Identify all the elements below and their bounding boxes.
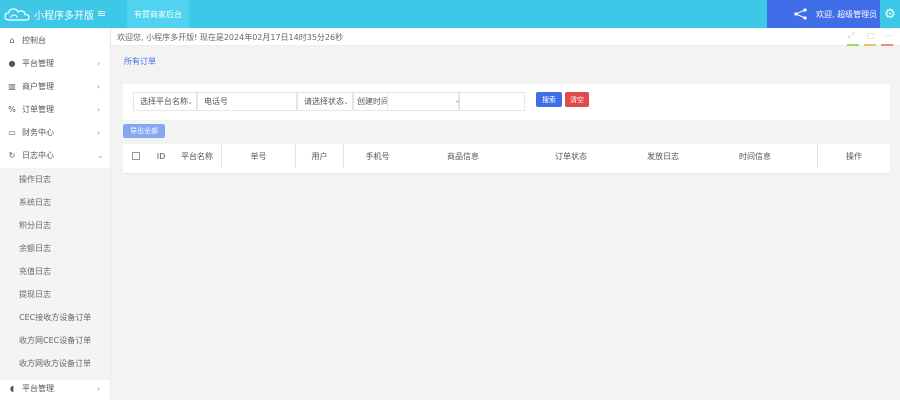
start-date-input[interactable]: - <box>387 92 459 111</box>
refresh-icon: ↻ <box>8 150 16 160</box>
sidebar-item-label: 控制台 <box>22 35 46 45</box>
chevron-right-icon: › <box>97 383 101 393</box>
minimize-icon[interactable]: — <box>885 31 893 40</box>
hamburger-icon: ≡ <box>97 7 107 20</box>
submenu-item[interactable]: 余额日志 <box>19 237 51 260</box>
submenu-item[interactable]: 收方网收方设备订单 <box>19 352 91 375</box>
sidebar-item-platform-2[interactable]: ◖ 平台管理 › <box>0 376 110 400</box>
chevron-down-icon: ⌄ <box>343 97 349 106</box>
sidebar-item-dashboard[interactable]: ⌂ 控制台 <box>0 28 110 52</box>
submenu-item[interactable]: 提现日志 <box>19 283 51 306</box>
home-icon: ⌂ <box>9 35 15 45</box>
sidebar-item-logs[interactable]: ↻ 日志中心 ⌄ <box>0 143 110 167</box>
share-icon <box>794 8 807 20</box>
logs-submenu: 操作日志 系统日志 积分日志 余额日志 充值日志 提现日志 CEC接收方设备订单… <box>0 168 110 380</box>
header-tab-label: 有赞商家后台 <box>134 9 182 19</box>
search-button-label: 搜索 <box>542 95 556 104</box>
sidebar-item-finance[interactable]: ▭ 财务中心 › <box>0 120 110 144</box>
logo[interactable]: 小程序多开版 <box>4 5 94 23</box>
main-content: 所有订单 选择平台名称 ⌄ 电话号 请选择状态 ⌄ 创建时间 - 搜索 清空 导… <box>111 46 900 400</box>
user-greeting: 欢迎, 超级管理员 <box>816 9 878 19</box>
submenu-item[interactable]: 系统日志 <box>19 191 51 214</box>
chevron-down-icon: ⌄ <box>187 97 193 106</box>
column-header-user[interactable]: 用户 <box>295 144 343 168</box>
sidebar-item-platform[interactable]: ● 平台管理 › <box>0 51 110 75</box>
sidebar-item-merchant[interactable]: ▥ 商户管理 › <box>0 74 110 98</box>
submenu-item[interactable]: 操作日志 <box>19 168 51 191</box>
monitor-icon: ▭ <box>8 127 16 137</box>
gear-icon: ⚙ <box>884 6 896 22</box>
chevron-right-icon: › <box>97 81 101 91</box>
sidebar-item-label: 日志中心 <box>22 150 54 160</box>
phone-input[interactable]: 电话号 <box>197 92 297 111</box>
platform-select-value: 选择平台名称 <box>140 97 188 106</box>
sidebar-item-label: 平台管理 <box>22 58 54 68</box>
menu-toggle-button[interactable]: ≡ <box>97 7 106 21</box>
user-icon: ● <box>8 58 16 68</box>
export-button-label: 导出全部 <box>130 127 158 135</box>
bank-icon: ▥ <box>8 81 16 91</box>
column-header-time[interactable]: 时间信息 <box>711 144 799 168</box>
top-header: 小程序多开版 ≡ 有赞商家后台 欢迎, 超级管理员 ⚙ <box>0 0 900 28</box>
chevron-down-icon: ⌄ <box>97 150 104 160</box>
orders-table: ID 平台名称 单号 用户 手机号 商品信息 订单状态 发放日志 时间信息 操作 <box>123 144 890 174</box>
column-header-platform[interactable]: 平台名称 <box>175 144 219 168</box>
user-menu[interactable]: 欢迎, 超级管理员 <box>767 0 880 28</box>
date-label: 创建时间 <box>353 92 389 111</box>
clear-button-label: 清空 <box>570 95 584 104</box>
submenu-item[interactable]: 收方网CEC设备订单 <box>19 329 91 352</box>
submenu-item[interactable]: 充值日志 <box>19 260 51 283</box>
search-button[interactable]: 搜索 <box>536 92 562 107</box>
sidebar-item-label: 订单管理 <box>22 104 54 114</box>
column-header-id[interactable]: ID <box>151 144 171 168</box>
percent-icon: % <box>8 104 16 114</box>
sidebar-item-orders[interactable]: % 订单管理 › <box>0 97 110 121</box>
chevron-right-icon: › <box>97 58 101 68</box>
column-header-issue-log[interactable]: 发放日志 <box>623 144 703 168</box>
chevron-right-icon: › <box>97 104 101 114</box>
platform-select[interactable]: 选择平台名称 ⌄ <box>133 92 197 111</box>
column-header-status[interactable]: 订单状态 <box>521 144 621 168</box>
settings-button[interactable]: ⚙ <box>880 0 900 28</box>
fullscreen-icon[interactable]: ⤢ <box>848 31 854 41</box>
restore-icon[interactable]: ▢ <box>867 31 875 40</box>
column-header-goods[interactable]: 商品信息 <box>413 144 513 168</box>
status-select[interactable]: 请选择状态 ⌄ <box>297 92 353 111</box>
logo-text: 小程序多开版 <box>34 10 94 22</box>
sidebar-item-label: 平台管理 <box>22 383 54 393</box>
welcome-text: 欢迎您, 小程序多开版! 现在是2024年02月17日14时35分26秒 <box>117 33 344 42</box>
cloud-logo-icon <box>4 8 30 21</box>
submenu-item[interactable]: CEC接收方设备订单 <box>19 306 91 329</box>
export-all-button[interactable]: 导出全部 <box>123 124 165 138</box>
column-header-phone[interactable]: 手机号 <box>343 144 411 168</box>
phone-input-value: 电话号 <box>204 97 228 106</box>
filter-panel: 选择平台名称 ⌄ 电话号 请选择状态 ⌄ 创建时间 - 搜索 清空 <box>123 84 890 120</box>
sidebar-item-label: 商户管理 <box>22 81 54 91</box>
clear-button[interactable]: 清空 <box>565 92 589 107</box>
sidebar-item-label: 财务中心 <box>22 127 54 137</box>
header-tab[interactable]: 有赞商家后台 <box>127 0 189 28</box>
sidebar: ⌂ 控制台 ● 平台管理 › ▥ 商户管理 › % 订单管理 › ▭ 财务中心 … <box>0 28 111 400</box>
chevron-right-icon: › <box>97 127 101 137</box>
column-header-actions[interactable]: 操作 <box>817 144 890 168</box>
select-all-checkbox[interactable] <box>132 152 140 160</box>
status-select-value: 请选择状态 <box>304 97 344 106</box>
chat-icon: ◖ <box>9 383 15 393</box>
submenu-item[interactable]: 积分日志 <box>19 214 51 237</box>
column-header-order-no[interactable]: 单号 <box>221 144 295 168</box>
date-label-text: 创建时间 <box>357 97 389 106</box>
welcome-bar: 欢迎您, 小程序多开版! 现在是2024年02月17日14时35分26秒 ⤢ ▢… <box>111 28 900 46</box>
breadcrumb[interactable]: 所有订单 <box>124 56 156 67</box>
end-date-input[interactable] <box>459 92 525 111</box>
